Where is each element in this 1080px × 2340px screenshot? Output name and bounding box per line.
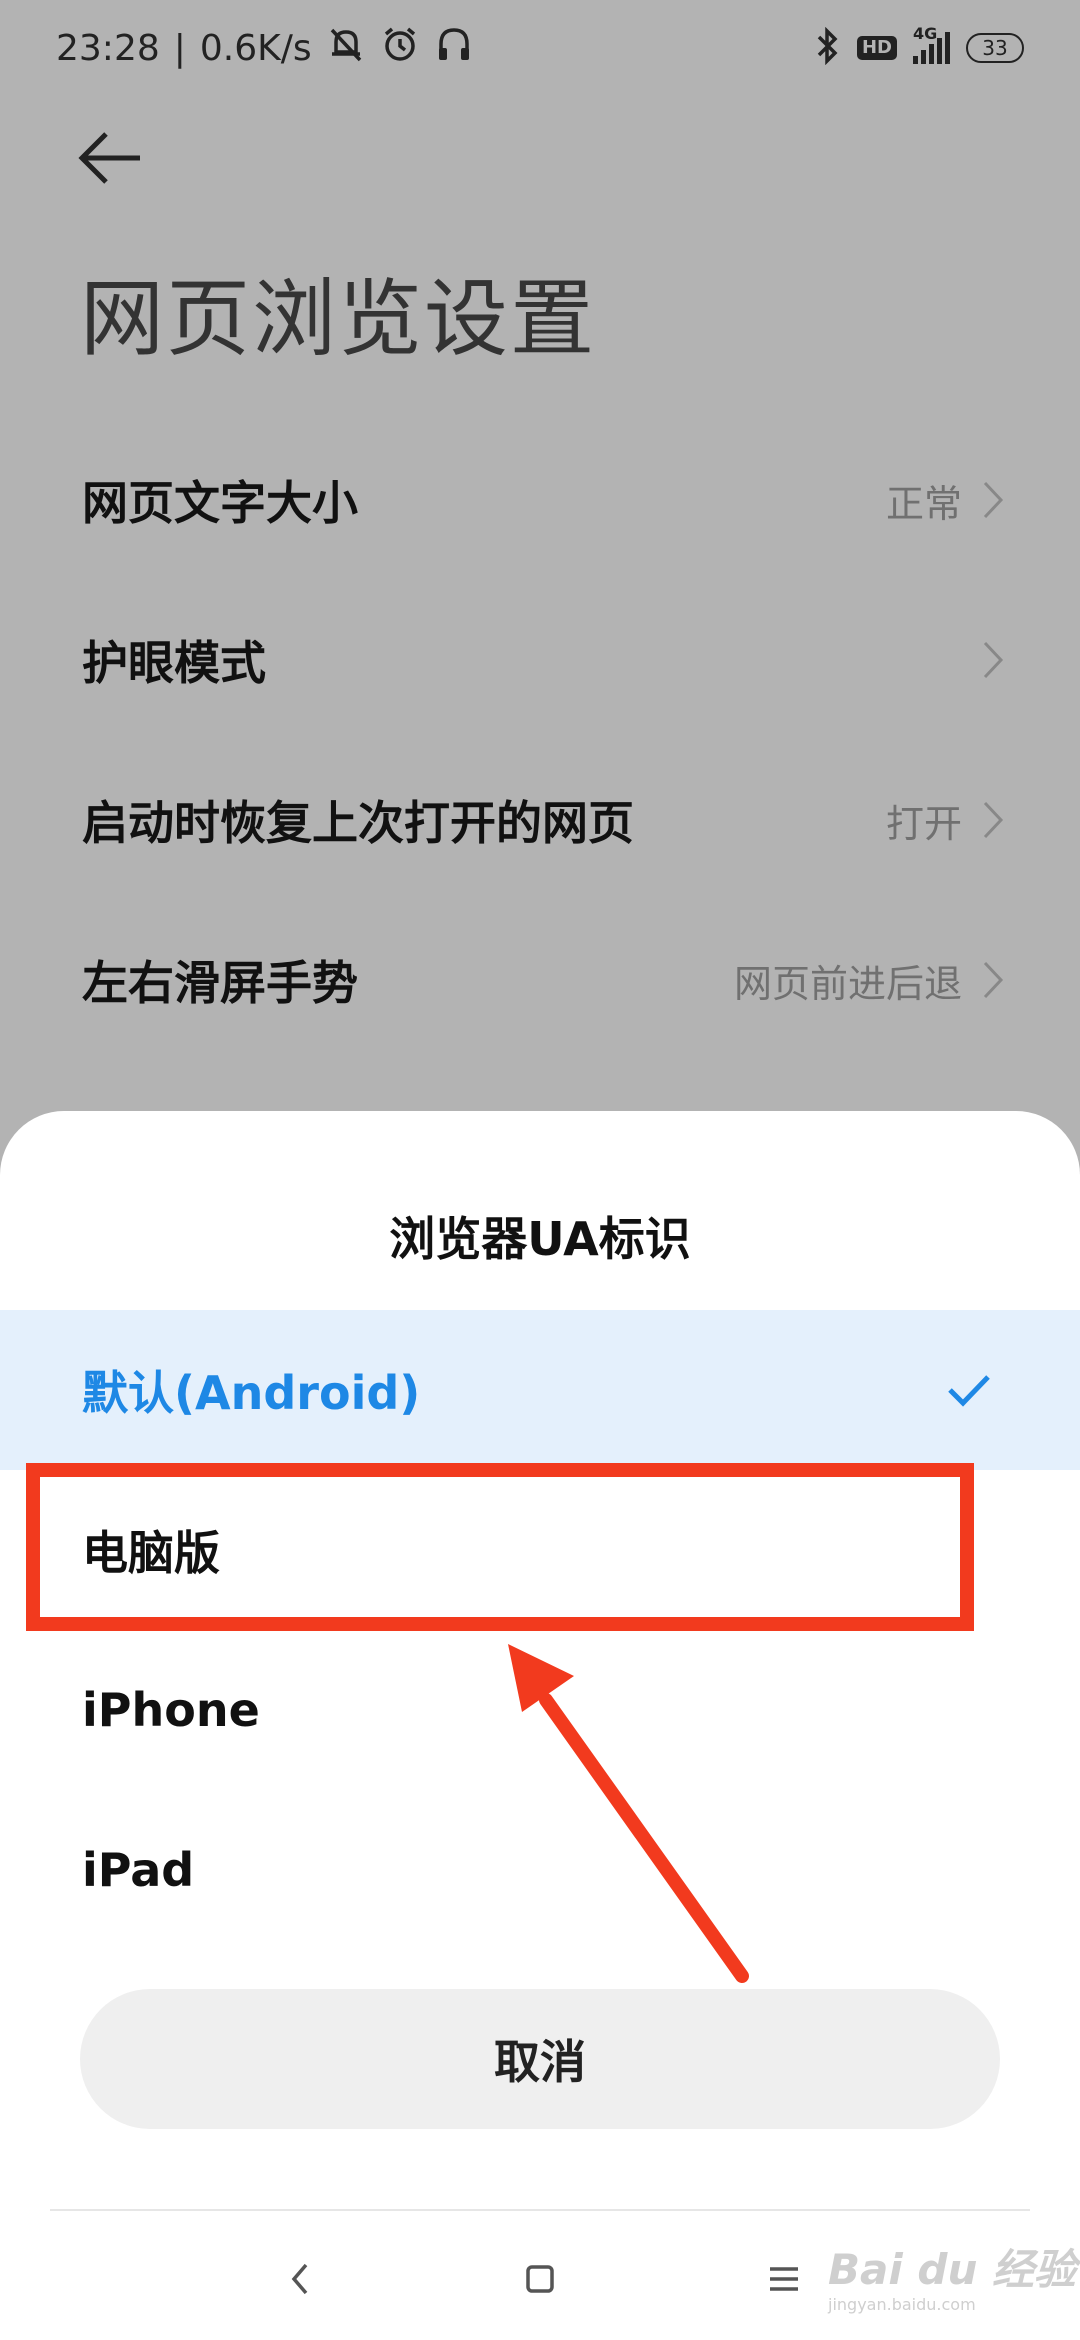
status-separator: | (173, 27, 186, 69)
dialog-title: 浏览器UA标识 (389, 1212, 691, 1266)
nav-home-icon[interactable] (510, 2249, 570, 2309)
alarm-icon (380, 24, 420, 73)
option-iphone[interactable]: iPhone (0, 1630, 1080, 1790)
headset-icon (434, 24, 474, 73)
option-default-android[interactable]: 默认(Android) (0, 1310, 1080, 1470)
setting-label: 护眼模式 (82, 636, 266, 690)
setting-swipe-gesture[interactable]: 左右滑屏手势 网页前进后退 (0, 900, 1080, 1060)
ua-dialog-sheet: 浏览器UA标识 默认(Android) 电脑版 iPhone iPad 取消 (0, 1111, 1080, 2340)
battery-icon: 33 (966, 33, 1024, 63)
battery-level: 33 (982, 36, 1008, 60)
watermark-main: Bai du 经验 (828, 2245, 1076, 2294)
chevron-right-icon (983, 961, 1004, 999)
network-type: 4G (913, 24, 938, 43)
setting-label: 左右滑屏手势 (82, 956, 358, 1010)
bluetooth-icon (815, 26, 841, 69)
annotation-highlight-box (26, 1463, 974, 1631)
network-speed: 0.6K/s (199, 27, 312, 69)
mute-icon (326, 24, 366, 73)
setting-label: 启动时恢复上次打开的网页 (82, 796, 634, 850)
setting-value: 打开 (885, 801, 962, 846)
baidu-watermark: Bai du 经验 jingyan.baidu.com (828, 2236, 1076, 2314)
status-bar: 23:28 | 0.6K/s HD 4G 33 (0, 0, 1080, 96)
option-label: iPhone (82, 1683, 260, 1737)
checkmark-icon (948, 1375, 990, 1407)
chevron-right-icon (983, 481, 1004, 519)
signal-icon: 4G (913, 24, 950, 64)
setting-eye-care[interactable]: 护眼模式 (0, 580, 1080, 740)
chevron-right-icon (983, 641, 1004, 679)
page-title: 网页浏览设置 (80, 270, 597, 368)
setting-font-size[interactable]: 网页文字大小 正常 (0, 420, 1080, 580)
setting-restore-pages[interactable]: 启动时恢复上次打开的网页 打开 (0, 740, 1080, 900)
hd-icon: HD (856, 36, 897, 60)
option-label: 默认(Android) (82, 1366, 421, 1420)
watermark-sub: jingyan.baidu.com (828, 2295, 976, 2314)
setting-label: 网页文字大小 (82, 476, 358, 530)
nav-back-icon[interactable] (270, 2249, 330, 2309)
status-time: 23:28 (56, 27, 160, 69)
back-arrow-icon[interactable] (76, 128, 146, 188)
cancel-button[interactable]: 取消 (80, 1989, 1000, 2129)
nav-menu-icon[interactable] (754, 2249, 814, 2309)
setting-value: 网页前进后退 (733, 961, 962, 1006)
option-label: iPad (82, 1843, 195, 1897)
chevron-right-icon (983, 801, 1004, 839)
setting-value: 正常 (885, 481, 962, 526)
option-ipad[interactable]: iPad (0, 1790, 1080, 1950)
settings-list: 网页文字大小 正常 护眼模式 启动时恢复上次打开的网页 打开 左右滑屏手势 网页… (0, 420, 1080, 1060)
